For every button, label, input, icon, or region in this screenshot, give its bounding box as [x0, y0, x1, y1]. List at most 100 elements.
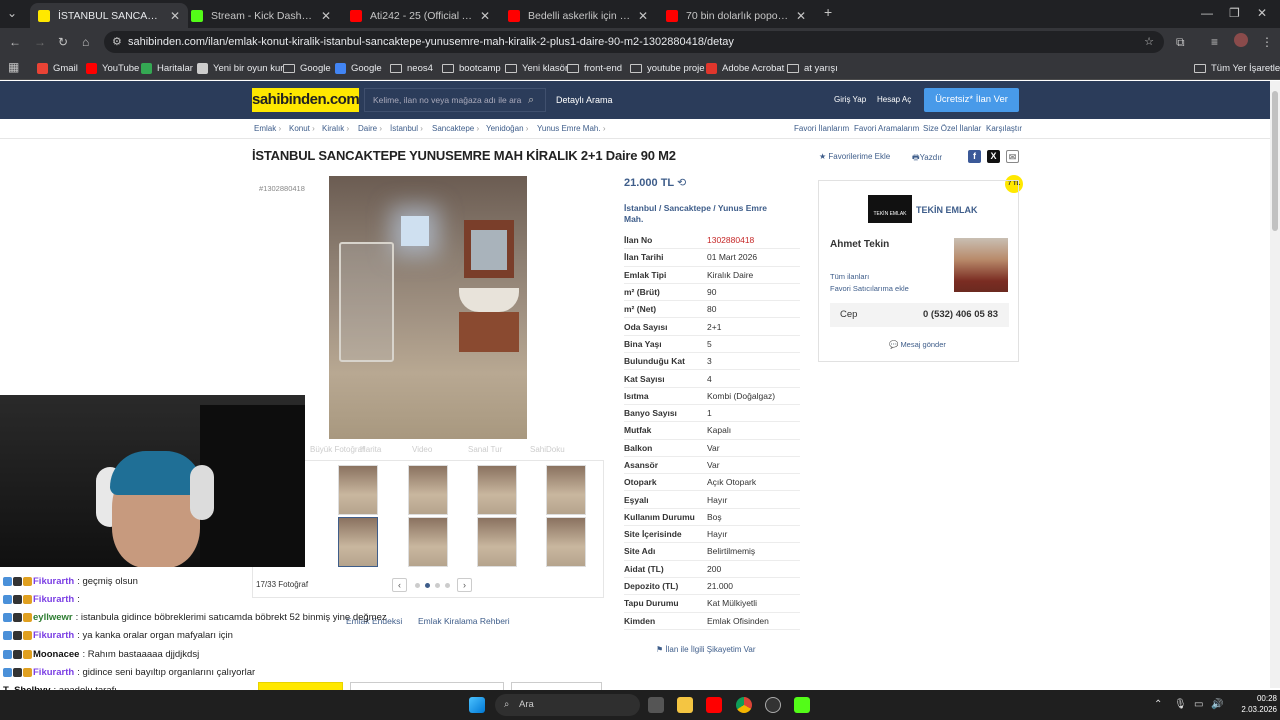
file-explorer-icon[interactable] [677, 697, 693, 713]
quick-link[interactable]: Karşılaştır [986, 124, 1022, 133]
breadcrumb-item[interactable]: İstanbul › [390, 124, 423, 133]
new-tab-button[interactable]: + [824, 5, 832, 19]
next-photo-button[interactable]: › [457, 578, 472, 592]
chrome-icon[interactable] [736, 697, 752, 713]
kick-app-icon[interactable] [794, 697, 810, 713]
bookmark-item[interactable]: Haritalar [141, 60, 193, 76]
seller-logo[interactable]: TEKİN EMLAK [868, 195, 912, 223]
bookmark-item[interactable]: at yarışı [787, 60, 838, 76]
bookmark-star-icon[interactable]: ☆ [1144, 31, 1154, 53]
bookmark-item[interactable]: Google [335, 60, 382, 76]
menu-icon[interactable]: ⋮ [1261, 35, 1273, 49]
all-bookmarks[interactable]: Tüm Yer İşaretleri [1194, 60, 1280, 76]
photo-thumbnail[interactable] [477, 517, 517, 567]
reload-icon[interactable]: ↻ [58, 35, 68, 49]
breadcrumb-item[interactable]: Sancaktepe › [432, 124, 479, 133]
add-favorite-link[interactable]: ★ Favorilerime Ekle [819, 152, 890, 161]
bookmark-item[interactable]: Yeni klasör [505, 60, 568, 76]
bookmark-item[interactable]: front-end [567, 60, 622, 76]
photo-thumbnail[interactable] [338, 517, 378, 567]
photo-tab[interactable]: Video [412, 445, 432, 454]
tab-1[interactable]: Stream - Kick Dashboard ✕ [183, 3, 339, 28]
quick-link[interactable]: Favori İlanlarım [794, 124, 849, 133]
taskbar-search[interactable]: ⌕ Ara [495, 694, 640, 716]
bookmark-item[interactable]: Gmail [37, 60, 78, 76]
bookmark-item[interactable]: Adobe Acrobat [706, 60, 784, 76]
mic-icon[interactable]: 🎙 [1174, 699, 1187, 710]
price-history-icon[interactable]: ⟲ [677, 177, 686, 189]
site-info-icon[interactable]: ⚙ [112, 31, 122, 53]
main-listing-photo[interactable] [329, 176, 527, 439]
tab-close-icon[interactable]: ✕ [796, 9, 806, 23]
photo-thumbnail[interactable] [546, 517, 586, 567]
page-dot[interactable] [435, 583, 440, 588]
location-link[interactable]: Sancaktepe [664, 203, 711, 213]
partial-button[interactable] [511, 682, 602, 690]
breadcrumb-item[interactable]: Yunus Emre Mah. › [537, 124, 605, 133]
quick-link[interactable]: Favori Aramalarım [854, 124, 919, 133]
x-share-icon[interactable]: X [987, 150, 1000, 163]
kiralama-rehberi-link[interactable]: Emlak Kiralama Rehberi [418, 616, 510, 626]
minimize-icon[interactable]: — [1201, 6, 1213, 20]
network-icon[interactable]: ▭ [1194, 699, 1203, 710]
tray-chevron-icon[interactable]: ⌃ [1154, 699, 1162, 710]
back-icon[interactable]: ← [9, 35, 21, 49]
complain-link[interactable]: ⚑ İlan ile İlgili Şikayetim Var [656, 645, 756, 654]
address-bar[interactable]: ⚙ sahibinden.com/ilan/emlak-konut-kirali… [104, 31, 1164, 53]
extensions-icon[interactable]: ⧉ [1176, 35, 1185, 49]
tab-close-icon[interactable]: ✕ [321, 9, 331, 23]
all-ads-link[interactable]: Tüm ilanları [830, 272, 869, 281]
breadcrumb-item[interactable]: Emlak › [254, 124, 281, 133]
tab-2[interactable]: Ati242 - 25 (Official Audio) ✕ [342, 3, 498, 28]
phone-number[interactable]: 0 (532) 406 05 83 [923, 309, 998, 320]
photo-thumbnail[interactable] [408, 517, 448, 567]
site-logo[interactable]: sahibinden.com [252, 88, 360, 112]
tab-search-icon[interactable]: ⌄ [7, 6, 17, 20]
clock[interactable]: 00:28 2.03.2026 [1233, 693, 1277, 715]
task-view-icon[interactable] [648, 697, 664, 713]
register-link[interactable]: Hesap Aç [877, 95, 911, 104]
bookmark-item[interactable]: neos4 [390, 60, 433, 76]
tab-close-icon[interactable]: ✕ [638, 9, 648, 23]
photo-thumbnail[interactable] [408, 465, 448, 515]
page-scrollbar[interactable] [1270, 81, 1280, 688]
bookmark-item[interactable]: bootcamp [442, 60, 501, 76]
page-dot[interactable] [445, 583, 450, 588]
forward-icon[interactable]: → [34, 35, 46, 49]
page-dot-active[interactable] [425, 583, 430, 588]
login-link[interactable]: Giriş Yap [834, 95, 866, 104]
search-icon[interactable]: ⌕ [528, 89, 534, 111]
print-link[interactable]: 🖶Yazdır [912, 152, 942, 166]
bookmark-item[interactable]: Google [283, 60, 331, 76]
apps-grid-icon[interactable]: ▦ [8, 60, 19, 74]
photo-thumbnail[interactable] [477, 465, 517, 515]
photo-tab[interactable]: Büyük Fotoğraf [310, 445, 364, 454]
tab-3[interactable]: Bedelli askerlik için valiz hazırlayan ✕ [500, 3, 656, 28]
location-link[interactable]: İstanbul [624, 203, 657, 213]
youtube-app-icon[interactable] [706, 697, 722, 713]
tab-close-icon[interactable]: ✕ [170, 9, 180, 23]
obs-icon[interactable] [765, 697, 781, 713]
photo-tab[interactable]: SahiDoku [530, 445, 565, 454]
profile-avatar[interactable] [1234, 33, 1248, 47]
photo-thumbnail[interactable] [338, 465, 378, 515]
media-icon[interactable]: ≡ [1211, 35, 1218, 49]
breadcrumb-item[interactable]: Daire › [358, 124, 382, 133]
seller-store-name[interactable]: TEKİN EMLAK [916, 205, 978, 215]
tab-0[interactable]: İSTANBUL SANCAKTEPE YUNUSEMRE ✕ [30, 3, 188, 28]
quick-link[interactable]: Size Özel İlanlar [923, 124, 981, 133]
breadcrumb-item[interactable]: Konut › [289, 124, 315, 133]
favorite-seller-link[interactable]: Favori Satıcılarıma ekle [830, 284, 909, 293]
bookmark-item[interactable]: youtube proje [630, 60, 705, 76]
post-ad-button[interactable]: Ücretsiz* İlan Ver [924, 88, 1019, 112]
send-message-link[interactable]: 💬 Mesaj gönder [889, 340, 946, 349]
volume-icon[interactable]: 🔊 [1211, 699, 1223, 710]
facebook-share-icon[interactable]: f [968, 150, 981, 163]
email-share-icon[interactable]: ✉ [1006, 150, 1019, 163]
bookmark-item[interactable]: Yeni bir oyun kur [197, 60, 283, 76]
detailed-search-link[interactable]: Detaylı Arama [556, 95, 613, 105]
photo-tab[interactable]: Harita [360, 445, 381, 454]
site-search-input[interactable]: Kelime, ilan no veya mağaza adı ile ara … [364, 88, 546, 112]
photo-tab[interactable]: Sanal Tur [468, 445, 502, 454]
bookmark-item[interactable]: YouTube [86, 60, 139, 76]
